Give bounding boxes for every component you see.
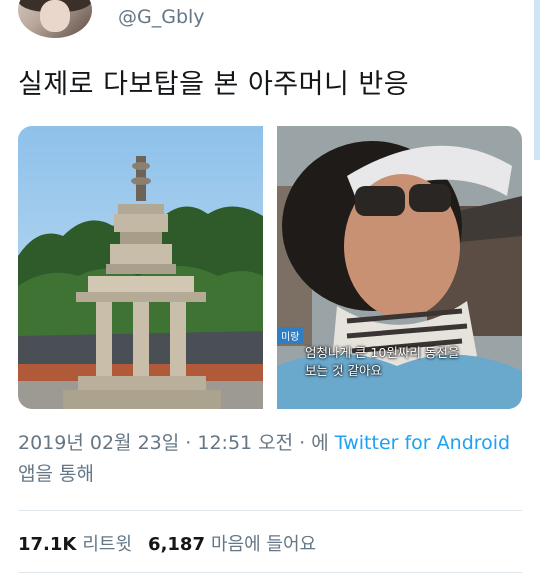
meta-separator: · 에 <box>293 432 335 454</box>
user-handle[interactable]: @G_Gbly <box>118 6 205 28</box>
like-label: 마음에 들어요 <box>210 534 317 555</box>
video-caption: 엄청나게 큰 10원짜리 동전을 보는 것 같아요 <box>305 344 515 380</box>
name-tag: 미랑 <box>277 327 304 344</box>
tweet-meta: 2019년 02월 23일 · 12:51 오전 · 에 Twitter for… <box>18 428 518 490</box>
like-stat[interactable]: 6,187 마음에 들어요 <box>148 534 316 555</box>
divider <box>18 510 522 511</box>
retweet-stat[interactable]: 17.1K 리트윗 <box>18 534 132 555</box>
avatar[interactable] <box>18 0 92 38</box>
tweet-text: 실제로 다보탑을 본 아주머니 반응 <box>18 69 410 100</box>
caption-line-2: 보는 것 같아요 <box>305 363 382 378</box>
like-count: 6,187 <box>148 534 205 555</box>
divider <box>18 572 522 573</box>
tweet-source-link[interactable]: Twitter for Android <box>335 432 510 454</box>
woman-photo[interactable]: 미랑 엄청나게 큰 10원짜리 동전을 보는 것 같아요 <box>277 126 522 409</box>
pagoda-photo[interactable] <box>18 126 263 409</box>
tweet-media[interactable]: 미랑 엄청나게 큰 10원짜리 동전을 보는 것 같아요 <box>18 126 522 409</box>
tweet-source-suffix: 앱을 통해 <box>18 463 94 485</box>
meta-separator: · <box>179 432 198 454</box>
retweet-label: 리트윗 <box>82 534 133 555</box>
caption-line-1: 엄청나게 큰 10원짜리 동전을 <box>305 345 460 360</box>
retweet-count: 17.1K <box>18 534 77 555</box>
tweet-stats: 17.1K 리트윗 6,187 마음에 들어요 <box>18 530 316 556</box>
side-scroll-indicator <box>534 0 540 160</box>
tweet-date[interactable]: 2019년 02월 23일 <box>18 432 179 454</box>
tweet-time[interactable]: 12:51 오전 <box>197 432 293 454</box>
pagoda-image <box>18 126 263 409</box>
avatar-face <box>40 0 70 32</box>
